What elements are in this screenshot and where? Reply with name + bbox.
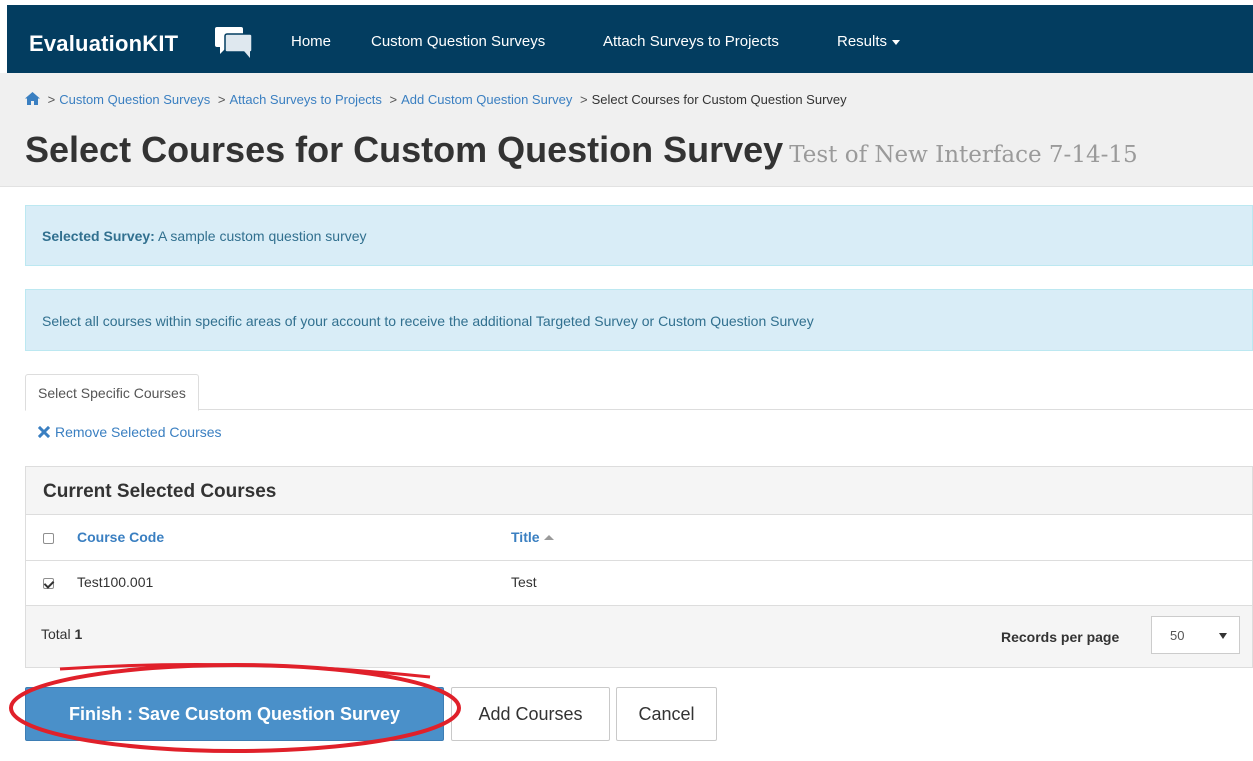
nav-attach-surveys[interactable]: Attach Surveys to Projects: [603, 33, 779, 51]
column-header-course-code[interactable]: Course Code: [77, 529, 164, 545]
page-header: > Custom Question Surveys > Attach Surveys…: [0, 73, 1253, 187]
select-all-checkbox[interactable]: [43, 533, 54, 544]
current-selected-courses-panel: Current Selected Courses Course Code Tit…: [25, 466, 1253, 668]
speech-bubbles-icon: [215, 27, 253, 58]
total-label: Total: [41, 626, 71, 642]
breadcrumb: > Custom Question Surveys > Attach Surveys…: [25, 92, 847, 108]
nav-results-label: Results: [837, 33, 888, 50]
selected-survey-label: Selected Survey:: [42, 228, 155, 244]
brand-logo[interactable]: EvaluationKIT: [29, 31, 178, 57]
info-alert-text: Select all courses within specific areas…: [42, 313, 814, 329]
page-title: Select Courses for Custom Question Surve…: [25, 128, 1138, 177]
page-subtitle: Test of New Interface 7-14-15: [789, 142, 1138, 168]
info-alert: Select all courses within specific areas…: [25, 289, 1253, 351]
breadcrumb-separator: >: [217, 92, 226, 107]
total-count: Total 1: [41, 626, 82, 642]
finish-save-button[interactable]: Finish : Save Custom Question Survey: [25, 687, 444, 741]
selected-survey-alert: Selected Survey: A sample custom questio…: [25, 205, 1253, 266]
tab-select-specific-courses[interactable]: Select Specific Courses: [25, 374, 199, 411]
panel-heading: Current Selected Courses: [26, 467, 1252, 515]
nav-results-dropdown[interactable]: Results: [837, 33, 901, 51]
cell-title: Test: [511, 574, 537, 590]
column-header-title-label: Title: [511, 529, 540, 545]
breadcrumb-current: Select Courses for Custom Question Surve…: [591, 92, 847, 107]
breadcrumb-custom-question-surveys[interactable]: Custom Question Surveys: [59, 92, 210, 107]
cancel-button[interactable]: Cancel: [616, 687, 717, 741]
remove-selected-courses-label: Remove Selected Courses: [55, 424, 222, 440]
records-per-page-select[interactable]: 50: [1151, 616, 1240, 654]
add-courses-button[interactable]: Add Courses: [451, 687, 610, 741]
table-row: Test100.001 Test: [26, 561, 1252, 606]
page-title-text: Select Courses for Custom Question Surve…: [25, 129, 784, 170]
cell-course-code: Test100.001: [77, 574, 154, 590]
breadcrumb-separator: >: [47, 92, 56, 107]
records-per-page-value: 50: [1170, 628, 1185, 643]
top-navbar: EvaluationKIT Home Custom Question Surve…: [7, 5, 1253, 73]
total-value: 1: [74, 626, 83, 642]
table-header-row: Course Code Title: [26, 515, 1252, 561]
row-checkbox[interactable]: [43, 578, 54, 589]
table-footer: Total 1 Records per page 50: [26, 606, 1252, 667]
sort-ascending-icon: [543, 535, 554, 540]
breadcrumb-add-custom-question-survey[interactable]: Add Custom Question Survey: [401, 92, 572, 107]
column-header-title[interactable]: Title: [511, 529, 554, 545]
tab-bar: Select Specific Courses: [25, 374, 1253, 411]
chevron-down-icon: [892, 39, 901, 45]
nav-home[interactable]: Home: [291, 33, 331, 51]
records-per-page-label: Records per page: [1001, 629, 1120, 645]
breadcrumb-separator: >: [389, 92, 398, 107]
breadcrumb-attach-surveys[interactable]: Attach Surveys to Projects: [229, 92, 381, 107]
remove-selected-courses-link[interactable]: Remove Selected Courses: [38, 423, 222, 441]
home-icon[interactable]: [25, 92, 40, 105]
chevron-down-icon: [1219, 633, 1227, 639]
selected-survey-value: A sample custom question survey: [157, 228, 367, 244]
panel-title: Current Selected Courses: [43, 481, 277, 502]
nav-custom-question-surveys[interactable]: Custom Question Surveys: [371, 33, 545, 51]
x-icon: [38, 426, 50, 438]
breadcrumb-separator: >: [580, 92, 588, 107]
